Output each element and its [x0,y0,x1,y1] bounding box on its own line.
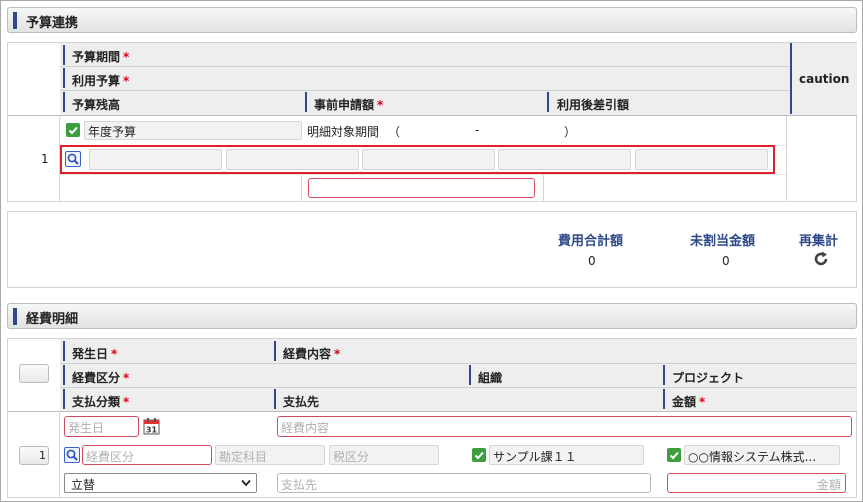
budget-type-checkbox[interactable] [66,123,80,137]
account-field: 勘定科目 [215,445,325,465]
budget-section-title: 予算連携 [26,16,79,31]
row-divider [8,115,857,116]
budget-type-label: 年度予算 [88,125,137,139]
budget-header-area [60,43,790,115]
window-frame: 予算連携 予算期間 * 利用予算 * 予算残高 事前申請額 * 利用後差引額 caut… [0,0,863,502]
section-accent-bar [13,12,17,29]
budget-period-header: 予算期間 * [72,50,130,64]
tax-field: 税区分 [329,445,439,465]
header-separator [63,389,65,409]
check-icon [668,449,680,461]
period-open-paren: （ [388,125,401,139]
section-accent-bar [13,308,17,325]
header-separator [63,45,65,65]
row-col-line [59,412,60,498]
recalc-label: 再集計 [799,234,839,249]
period-separator: - [475,123,480,137]
header-separator [469,365,471,385]
period-close-paren: ） [564,125,577,139]
row-subdivider [60,174,786,175]
budget-used-header: 利用予算 * [72,74,130,88]
organization-checkbox[interactable] [472,448,486,462]
header-divider [60,66,790,67]
unallocated-label: 未割当金額 [690,234,756,249]
header-separator [547,92,549,112]
select-all-toggle[interactable] [19,364,49,383]
header-separator [63,68,65,88]
after-deduction-header: 利用後差引額 [557,98,630,112]
payee-header: 支払先 [283,395,320,409]
svg-text:31: 31 [146,426,158,435]
check-icon [473,449,485,461]
expense-section-header: 経費明細 [7,303,857,329]
category-header: 経費区分 * [72,371,130,385]
row-divider [8,411,857,412]
organization-field: サンプル課１１ [489,445,644,465]
project-checkbox[interactable] [667,448,681,462]
date-placeholder: 発生日 [68,421,105,435]
header-separator [274,389,276,409]
row-number-button[interactable]: 1 [19,446,49,465]
check-icon [67,124,79,136]
payment-type-value: 立替 [71,478,96,492]
expense-total-value: 0 [588,254,596,268]
expense-total-label: 費用合計額 [558,234,624,249]
organization-header: 組織 [478,371,503,385]
budget-section-header: 予算連携 [7,7,857,33]
amount-input[interactable]: 金額 [667,473,846,493]
header-separator [274,341,276,361]
payment-type-select[interactable]: 立替 [64,473,257,493]
date-header: 発生日 * [72,347,118,361]
content-input[interactable]: 経費内容 [277,416,852,437]
amount-header: 金額 * [672,395,706,409]
tax-placeholder: 税区分 [333,450,370,464]
payee-input[interactable]: 支払先 [277,473,651,493]
caution-header: caution [799,72,850,86]
row-col-line [786,116,787,202]
unallocated-value: 0 [722,254,730,268]
category-placeholder: 経費区分 [86,450,135,464]
content-header: 経費内容 * [283,347,341,361]
header-divider [60,387,857,388]
highlight-box [60,145,775,174]
row-col-line [543,174,544,202]
header-separator [63,92,65,112]
header-divider [60,90,790,91]
row-col-line [301,174,302,202]
expense-section-title: 経費明細 [26,312,79,327]
project-header: プロジェクト [672,371,745,385]
expense-row-number: 1 [39,449,46,462]
header-separator [663,365,665,385]
budget-row-number: 1 [41,152,49,166]
organization-value: サンプル課１１ [493,450,577,464]
budget-balance-header: 予算残高 [72,98,121,112]
chevron-down-icon [241,479,251,487]
detail-period-label: 明細対象期間 [307,125,380,139]
category-input[interactable]: 経費区分 [82,445,212,465]
project-value: ○○情報システム株式... [688,450,817,464]
recalc-refresh-icon[interactable] [812,250,830,268]
content-placeholder: 経費内容 [281,421,330,435]
project-field: ○○情報システム株式... [684,445,840,465]
expense-panel: 発生日 * 経費内容 * 経費区分 * 組織 プロジェクト 支払分類 * 支払先 金額 *… [7,338,857,498]
account-placeholder: 勘定科目 [219,450,268,464]
application-amount-input[interactable] [308,178,535,198]
payment-type-header: 支払分類 * [72,395,130,409]
category-search-icon[interactable] [64,447,80,463]
header-separator [63,365,65,385]
amount-placeholder: 金額 [816,478,841,492]
calendar-icon[interactable]: 31 [143,417,160,435]
header-divider [60,363,857,364]
totals-panel: 費用合計額 0 未割当金額 0 再集計 [7,211,857,288]
caution-separator [790,43,792,114]
header-separator [663,389,665,409]
header-separator [63,341,65,361]
payee-placeholder: 支払先 [281,478,318,492]
header-separator [305,92,307,112]
date-input[interactable]: 発生日 [64,416,139,437]
application-amount-header: 事前申請額 * [314,98,384,112]
budget-panel: 予算期間 * 利用予算 * 予算残高 事前申請額 * 利用後差引額 caution 1… [7,42,857,202]
